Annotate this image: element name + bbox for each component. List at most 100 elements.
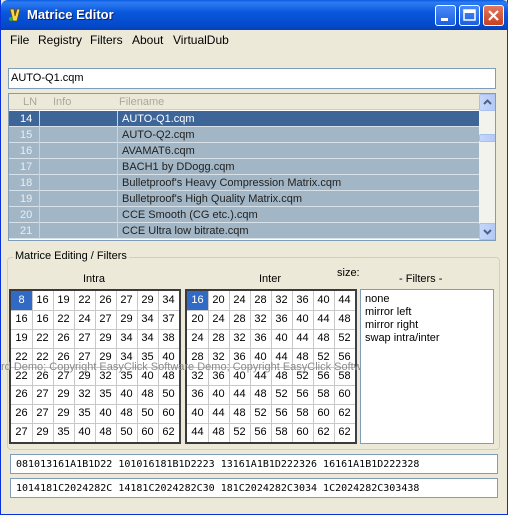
intra-matrix-cell[interactable]: 29 (95, 329, 116, 348)
intra-matrix-cell[interactable]: 34 (116, 329, 137, 348)
intra-matrix-cell[interactable]: 22 (53, 310, 74, 329)
list-row[interactable]: 16 AVAMAT6.cqm (9, 143, 479, 159)
intra-matrix-cell[interactable]: 27 (116, 291, 137, 310)
intra-matrix-cell[interactable]: 32 (74, 385, 95, 404)
intra-matrix-cell[interactable]: 26 (11, 385, 32, 404)
intra-matrix-cell[interactable]: 62 (158, 423, 179, 442)
inter-matrix-cell[interactable]: 20 (187, 310, 208, 329)
list-row[interactable]: 14 AUTO-Q1.cqm (9, 111, 479, 127)
inter-matrix-cell[interactable]: 24 (229, 291, 250, 310)
filters-list[interactable]: none mirror left mirror right swap intra… (360, 289, 494, 444)
menu-registry[interactable]: Registry (38, 33, 82, 47)
intra-matrix-cell[interactable]: 29 (32, 423, 53, 442)
intra-matrix-cell[interactable]: 40 (74, 423, 95, 442)
title-bar[interactable]: Matrice Editor (1, 0, 508, 30)
inter-matrix-cell[interactable]: 44 (229, 385, 250, 404)
intra-matrix-cell[interactable]: 60 (137, 423, 158, 442)
inter-matrix-cell[interactable]: 36 (292, 291, 313, 310)
intra-matrix-cell[interactable]: 19 (53, 291, 74, 310)
inter-matrix-cell[interactable]: 32 (250, 310, 271, 329)
intra-matrix-cell[interactable]: 27 (11, 423, 32, 442)
inter-matrix-cell[interactable]: 28 (208, 329, 229, 348)
inter-matrix-cell[interactable]: 58 (313, 385, 334, 404)
intra-matrix-cell[interactable]: 40 (116, 385, 137, 404)
list-row[interactable]: 15 AUTO-Q2.cqm (9, 127, 479, 143)
intra-matrix-cell[interactable]: 35 (95, 385, 116, 404)
header-filename[interactable]: Filename (119, 96, 164, 108)
inter-matrix-cell[interactable]: 52 (271, 385, 292, 404)
inter-matrix-cell[interactable]: 58 (292, 404, 313, 423)
inter-matrix-cell[interactable]: 40 (292, 310, 313, 329)
intra-matrix-cell[interactable]: 19 (11, 329, 32, 348)
inter-matrix-cell[interactable]: 44 (292, 329, 313, 348)
intra-matrix-cell[interactable]: 16 (11, 310, 32, 329)
list-row[interactable]: 18 Bulletproof's Heavy Compression Matrix… (9, 175, 479, 191)
inter-matrix-cell[interactable]: 32 (229, 329, 250, 348)
menu-file[interactable]: File (10, 33, 29, 47)
intra-matrix-cell[interactable]: 29 (116, 310, 137, 329)
intra-matrix-cell[interactable]: 48 (116, 404, 137, 423)
inter-matrix-cell[interactable]: 48 (250, 385, 271, 404)
inter-matrix-cell[interactable]: 32 (271, 291, 292, 310)
intra-matrix-cell[interactable]: 48 (137, 385, 158, 404)
inter-matrix-cell[interactable]: 56 (271, 404, 292, 423)
intra-matrix-cell[interactable]: 27 (32, 404, 53, 423)
filter-mirror-left[interactable]: mirror left (365, 306, 411, 318)
inter-matrix-cell[interactable]: 44 (334, 291, 355, 310)
scroll-down-button[interactable] (479, 223, 495, 240)
inter-matrix-cell[interactable]: 28 (250, 291, 271, 310)
inter-matrix-cell[interactable]: 40 (271, 329, 292, 348)
filter-mirror-right[interactable]: mirror right (365, 319, 418, 331)
intra-matrix-cell[interactable]: 29 (137, 291, 158, 310)
menu-about[interactable]: About (132, 33, 163, 47)
intra-matrix-cell[interactable]: 29 (53, 404, 74, 423)
inter-matrix-cell[interactable]: 20 (208, 291, 229, 310)
intra-matrix-cell[interactable]: 34 (158, 291, 179, 310)
inter-matrix-cell[interactable]: 16 (187, 291, 208, 310)
list-row[interactable]: 19 Bulletproof's High Quality Matrix.cqm (9, 191, 479, 207)
intra-matrix-cell[interactable]: 50 (158, 385, 179, 404)
inter-matrix-cell[interactable]: 62 (334, 404, 355, 423)
inter-matrix-cell[interactable]: 58 (271, 423, 292, 442)
intra-matrix-cell[interactable]: 37 (158, 310, 179, 329)
inter-matrix-cell[interactable]: 62 (334, 423, 355, 442)
inter-matrix-cell[interactable]: 52 (229, 423, 250, 442)
hex-output-line-2[interactable]: 1014181C2024282C 14181C2024282C30 181C20… (10, 478, 498, 498)
inter-matrix-cell[interactable]: 62 (313, 423, 334, 442)
inter-matrix-cell[interactable]: 52 (334, 329, 355, 348)
header-ln[interactable]: LN (23, 96, 37, 108)
intra-matrix-cell[interactable]: 16 (32, 310, 53, 329)
inter-matrix-cell[interactable]: 48 (229, 404, 250, 423)
maximize-button[interactable] (459, 5, 480, 26)
intra-matrix-cell[interactable]: 27 (74, 329, 95, 348)
filter-swap-intra-inter[interactable]: swap intra/inter (365, 332, 440, 344)
intra-matrix-cell[interactable]: 26 (11, 404, 32, 423)
inter-matrix-cell[interactable]: 36 (271, 310, 292, 329)
close-button[interactable] (483, 5, 504, 26)
intra-matrix-cell[interactable]: 35 (53, 423, 74, 442)
intra-matrix-cell[interactable]: 38 (158, 329, 179, 348)
list-row[interactable]: 21 CCE Ultra low bitrate.cqm (9, 223, 479, 239)
matrix-file-list[interactable]: LN Info Filename 14 AUTO-Q1.cqm 15 AUTO-Q2.… (8, 93, 496, 241)
inter-matrix-cell[interactable]: 40 (208, 385, 229, 404)
inter-matrix-cell[interactable]: 56 (250, 423, 271, 442)
inter-matrix-cell[interactable]: 60 (292, 423, 313, 442)
inter-matrix-cell[interactable]: 60 (334, 385, 355, 404)
intra-matrix-cell[interactable]: 27 (32, 385, 53, 404)
inter-matrix-cell[interactable]: 48 (313, 329, 334, 348)
inter-matrix-cell[interactable]: 24 (208, 310, 229, 329)
intra-matrix-cell[interactable]: 24 (74, 310, 95, 329)
intra-matrix-cell[interactable]: 26 (53, 329, 74, 348)
inter-matrix-cell[interactable]: 28 (229, 310, 250, 329)
intra-matrix-cell[interactable]: 50 (137, 404, 158, 423)
hex-output-line-1[interactable]: 081013161A1B1D22 101016181B1D2223 13161A… (10, 454, 498, 474)
inter-matrix-cell[interactable]: 40 (187, 404, 208, 423)
inter-matrix-cell[interactable]: 36 (187, 385, 208, 404)
inter-matrix-cell[interactable]: 56 (292, 385, 313, 404)
intra-matrix-cell[interactable]: 29 (53, 385, 74, 404)
intra-matrix-cell[interactable]: 34 (137, 329, 158, 348)
scroll-thumb[interactable] (479, 134, 495, 142)
intra-matrix-cell[interactable]: 60 (158, 404, 179, 423)
filter-none[interactable]: none (365, 293, 389, 305)
inter-matrix-cell[interactable]: 48 (208, 423, 229, 442)
